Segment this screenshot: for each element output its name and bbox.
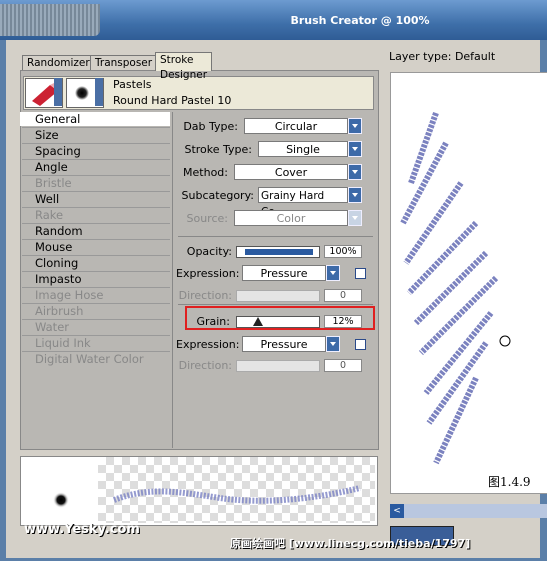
source-label: Source:	[186, 212, 229, 225]
expression-label: Expression:	[176, 338, 240, 351]
grain-label: Grain:	[196, 315, 230, 328]
divider	[22, 303, 170, 304]
tab-transposer[interactable]: Transposer	[90, 55, 158, 71]
divider	[22, 159, 170, 160]
divider	[178, 236, 373, 237]
expression-label: Expression:	[176, 267, 240, 280]
layer-type-label: Layer type: Default	[389, 50, 496, 63]
opacity-slider-fill	[245, 249, 313, 255]
subcategory-dropdown[interactable]: Grainy Hard Co...	[258, 187, 348, 218]
divider	[22, 207, 170, 208]
canvas-art	[400, 111, 511, 465]
divider	[22, 335, 170, 336]
stroke-preview-art	[53, 485, 361, 508]
figure-caption: 图1.4.9	[488, 475, 531, 489]
category-item: Water	[35, 320, 69, 334]
category-item[interactable]: Impasto	[35, 272, 81, 286]
chevron-down-icon[interactable]	[348, 187, 362, 203]
invert-checkbox[interactable]	[355, 339, 366, 350]
category-item: Digital Water Color	[35, 352, 144, 366]
chevron-down-icon[interactable]	[326, 336, 340, 352]
chevron-down-icon[interactable]	[326, 265, 340, 281]
brush-variant-name: Round Hard Pastel 10	[113, 94, 232, 107]
category-item[interactable]: Angle	[35, 160, 68, 174]
opacity-expression-dropdown[interactable]: Pressure	[242, 265, 326, 281]
chevron-down-icon[interactable]	[95, 78, 103, 106]
divider	[22, 287, 170, 288]
dab-preview-dot	[53, 492, 69, 508]
divider	[22, 239, 170, 240]
method-dropdown[interactable]: Cover	[234, 164, 348, 180]
category-item: Liquid Ink	[35, 336, 91, 350]
divider	[22, 143, 170, 144]
chevron-down-icon	[348, 210, 362, 226]
canvas-scrollbar[interactable]: <	[390, 504, 547, 518]
source-dropdown: Color	[234, 210, 348, 226]
opacity-slider[interactable]	[236, 246, 320, 258]
stroke-preview-path	[112, 485, 361, 504]
opacity-label: Opacity:	[186, 245, 232, 258]
direction-label: Direction:	[178, 359, 232, 372]
app-logo	[0, 4, 100, 36]
category-item[interactable]: Spacing	[35, 144, 81, 158]
brush-category-name: Pastels	[113, 78, 152, 91]
category-item: Rake	[35, 208, 64, 222]
direction-value: 0	[324, 289, 362, 302]
category-item[interactable]: Well	[35, 192, 59, 206]
chevron-down-icon[interactable]	[54, 78, 62, 106]
grain-slider[interactable]	[236, 316, 320, 328]
title-bar: Brush Creator @ 100%	[0, 0, 547, 40]
category-item: Image Hose	[35, 288, 104, 302]
divider	[22, 351, 170, 352]
category-item[interactable]: General	[20, 112, 170, 126]
opacity-value[interactable]: 100%	[324, 245, 362, 258]
category-item[interactable]: Size	[35, 128, 59, 142]
watermark-left: www.Yesky.com	[24, 522, 140, 537]
category-item[interactable]: Mouse	[35, 240, 72, 254]
divider	[22, 255, 170, 256]
stroke-type-dropdown[interactable]: Single	[258, 141, 348, 157]
category-item: Bristle	[35, 176, 72, 190]
direction-label: Direction:	[178, 289, 232, 302]
method-label: Method:	[183, 166, 228, 179]
watermark-right: 原画绘画吧 [www.linecg.com/tieba/1797]	[230, 537, 471, 550]
grain-expression-dropdown[interactable]: Pressure	[242, 336, 326, 352]
category-item[interactable]: Random	[35, 224, 83, 238]
drawing-canvas[interactable]	[390, 72, 547, 494]
stroke-type-label: Stroke Type:	[184, 143, 252, 156]
tab-randomizer[interactable]: Randomizer	[22, 55, 95, 71]
chevron-down-icon[interactable]	[348, 141, 362, 157]
direction-value: 0	[324, 359, 362, 372]
direction-slider	[236, 360, 320, 372]
chevron-down-icon[interactable]	[348, 164, 362, 180]
stroke-category-list: General Size Spacing Angle Bristle Well Rake Ra…	[20, 112, 170, 448]
direction-slider	[236, 290, 320, 302]
grain-value[interactable]: 12%	[324, 315, 362, 328]
tab-stroke-designer[interactable]: Stroke Designer	[155, 52, 213, 81]
invert-checkbox[interactable]	[355, 268, 366, 279]
scroll-left-icon[interactable]: <	[390, 504, 404, 518]
divider	[22, 223, 170, 224]
window-title: Brush Creator @ 100%	[290, 14, 430, 27]
divider	[178, 304, 373, 305]
divider	[22, 175, 170, 176]
category-item[interactable]: Cloning	[35, 256, 78, 270]
grain-slider-thumb[interactable]	[253, 317, 263, 326]
chevron-down-icon[interactable]	[348, 118, 362, 134]
dab-type-dropdown[interactable]: Circular	[244, 118, 348, 134]
category-item: Airbrush	[35, 304, 84, 318]
brush-cursor-icon	[499, 335, 511, 347]
dab-type-label: Dab Type:	[183, 120, 238, 133]
divider	[22, 319, 170, 320]
divider	[22, 191, 170, 192]
divider	[22, 271, 170, 272]
divider	[22, 127, 170, 128]
subcategory-label: Subcategory:	[181, 189, 254, 202]
